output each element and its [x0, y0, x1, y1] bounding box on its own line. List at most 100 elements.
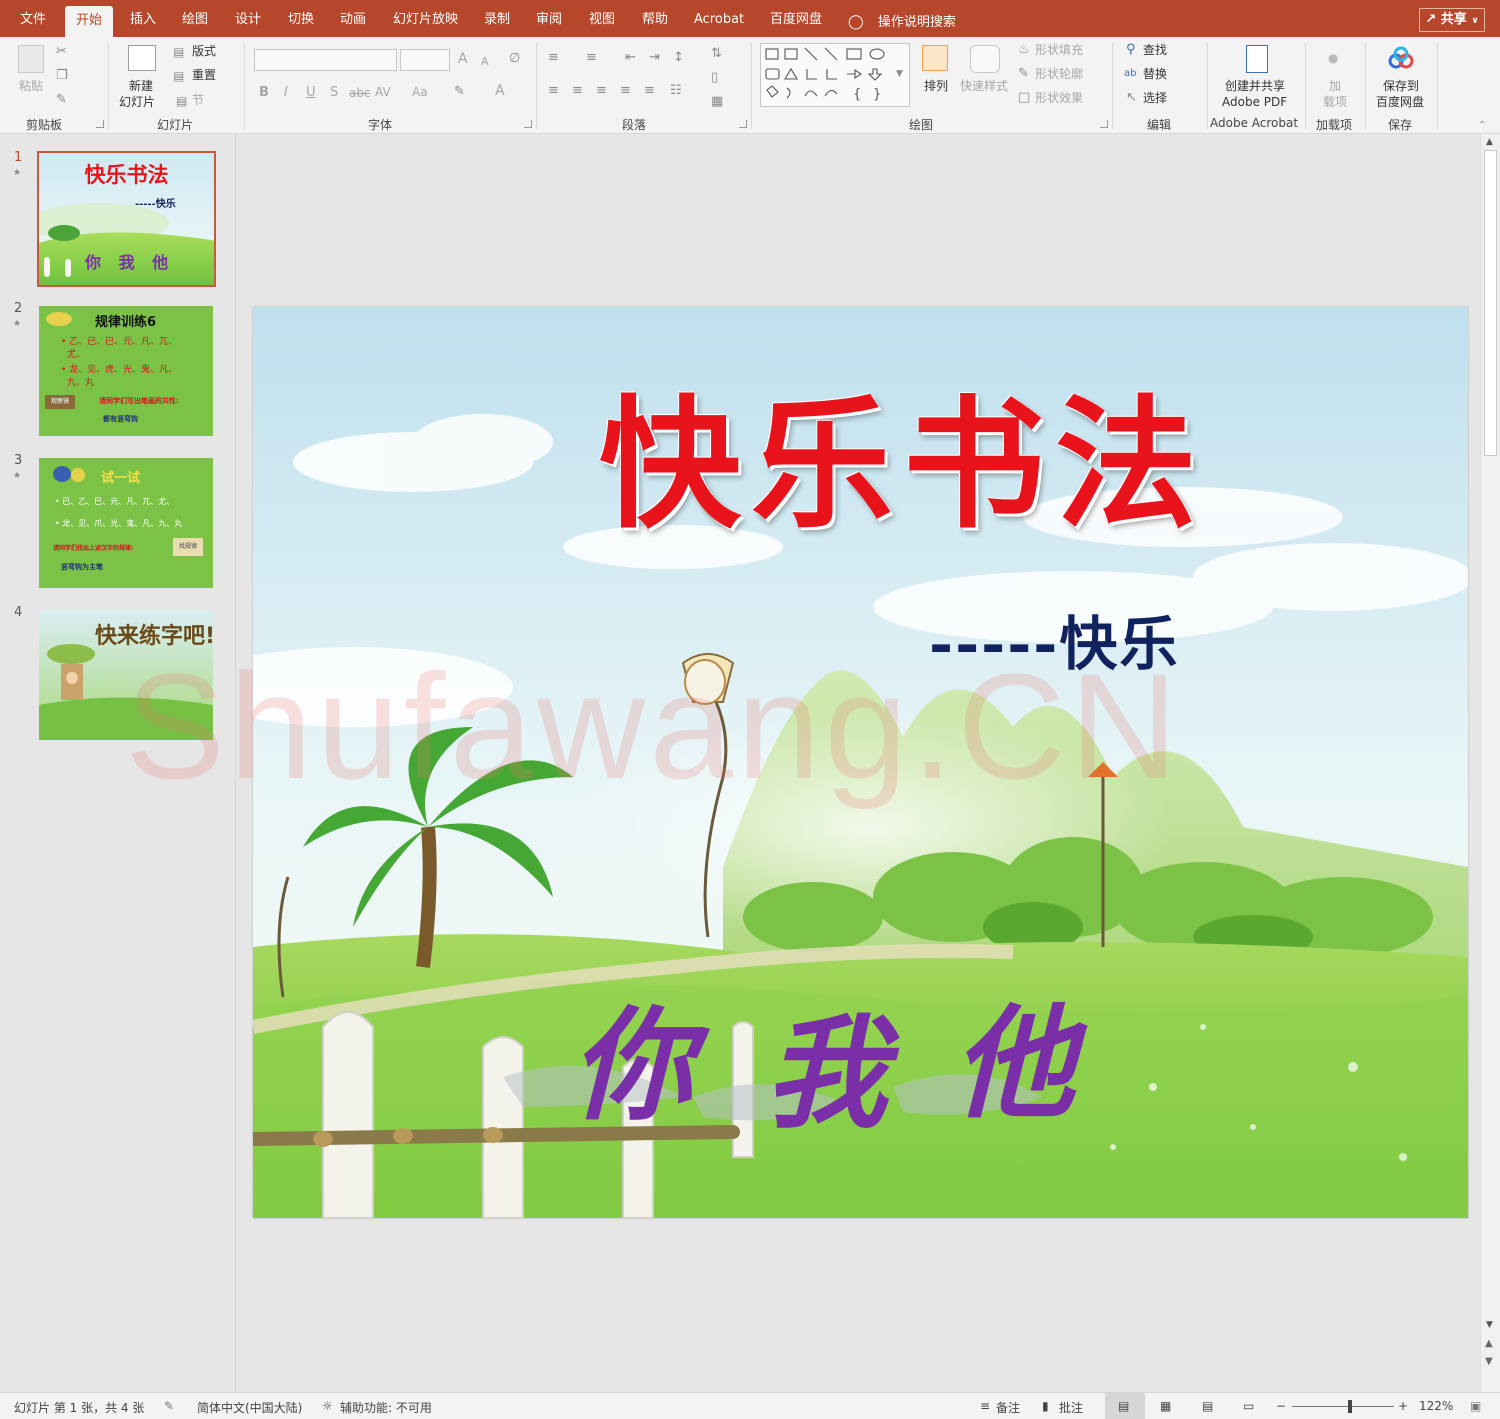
notes-button[interactable]: 备注 [996, 1399, 1020, 1416]
paste-button[interactable]: 粘贴 [19, 79, 43, 94]
tab-design[interactable]: 设计 [235, 0, 261, 37]
shape-effects-button[interactable]: 形状效果 [1035, 91, 1083, 106]
scroll-down-arrow-icon[interactable]: ▼ [1486, 1320, 1493, 1330]
text-direction-icon[interactable]: ⇅ [711, 47, 722, 61]
tab-file[interactable]: 文件 [20, 0, 46, 37]
slide-thumbnail-3[interactable]: 试一试 • 已、乙、巳、元、凡、兀、尤、 • 龙、见、爪、光、鬼、凡、九、丸 请… [39, 458, 213, 588]
numbering-icon[interactable]: ≡ [586, 51, 597, 65]
previous-slide-icon[interactable]: ▲ [1485, 1338, 1493, 1349]
smartart-icon[interactable]: ▦ [711, 95, 723, 109]
arrange-button[interactable]: 排列 [924, 79, 948, 94]
scrollbar-thumb[interactable] [1484, 150, 1497, 456]
shapes-gallery[interactable]: { } [760, 43, 910, 107]
font-name-combo[interactable] [254, 49, 397, 71]
spelling-check-icon[interactable]: ✎ [164, 1399, 174, 1413]
grow-font-button[interactable]: A [458, 52, 468, 67]
tab-animations[interactable]: 动画 [340, 0, 366, 37]
char-spacing-button[interactable]: AV [375, 85, 391, 100]
slide-thumbnail-2[interactable]: 规律训练6 • 乙、已、巳、元、凡、兀、 尤、 • 龙、见、虎、光、鬼、凡、 九… [39, 306, 213, 436]
clipboard-launcher-icon[interactable] [96, 120, 104, 128]
font-color-button[interactable]: A [495, 84, 505, 99]
tab-acrobat[interactable]: Acrobat [694, 0, 744, 37]
columns-icon[interactable]: ☷ [670, 84, 682, 98]
slide-thumbnail-1[interactable]: 快乐书法 -----快乐 你 我 他 [37, 151, 216, 287]
quick-styles-button[interactable]: 快速样式 [960, 79, 1008, 94]
fit-slide-icon[interactable]: ▣ [1470, 1399, 1481, 1413]
shape-fill-button[interactable]: 形状填充 [1035, 43, 1083, 58]
highlight-icon[interactable]: ✎ [454, 85, 465, 99]
addins-button[interactable]: 加 [1329, 79, 1341, 94]
tab-insert[interactable]: 插入 [130, 0, 156, 37]
zoom-level[interactable]: 122% [1419, 1399, 1453, 1413]
main-slide-canvas[interactable]: 快乐书法 -----快乐 你 我 他 [253, 307, 1468, 1218]
select-button[interactable]: 选择 [1143, 91, 1167, 106]
tab-draw[interactable]: 绘图 [182, 0, 208, 37]
tab-review[interactable]: 审阅 [536, 0, 562, 37]
layout-button[interactable]: 版式 [192, 44, 216, 59]
align-right-icon[interactable]: ≡ [596, 84, 607, 98]
zoom-slider-track[interactable] [1292, 1406, 1394, 1407]
font-size-combo[interactable] [400, 49, 450, 71]
slide-subtitle[interactable]: -----快乐 [929, 597, 1179, 681]
language-indicator[interactable]: 简体中文(中国大陆) [197, 1399, 302, 1416]
italic-button[interactable]: I [284, 85, 288, 100]
align-text-icon[interactable]: ▯ [711, 71, 718, 85]
comments-button[interactable]: 批注 [1059, 1399, 1083, 1416]
drawing-launcher-icon[interactable] [1100, 120, 1108, 128]
copy-icon[interactable]: ❐ [56, 69, 68, 83]
underline-button[interactable]: U [306, 85, 316, 100]
bold-button[interactable]: B [259, 85, 269, 100]
justify-icon[interactable]: ≡ [620, 84, 631, 98]
new-slide-button[interactable]: 新建 [129, 79, 153, 94]
tab-slideshow[interactable]: 幻灯片放映 [393, 0, 458, 37]
distributed-icon[interactable]: ≡ [644, 84, 655, 98]
vertical-scrollbar[interactable]: ▲ ▼ ▲ ▼ [1480, 134, 1500, 1392]
tab-transitions[interactable]: 切换 [288, 0, 314, 37]
tell-me-search[interactable]: ◯ 操作说明搜索 [848, 11, 956, 30]
align-left-icon[interactable]: ≡ [548, 84, 559, 98]
tab-home[interactable]: 开始 [65, 6, 114, 37]
tab-view[interactable]: 视图 [589, 0, 615, 37]
shrink-font-button[interactable]: A [481, 54, 489, 69]
collapse-ribbon-icon[interactable]: ⌃ [1478, 119, 1486, 133]
strikethrough-button[interactable]: abc [349, 86, 371, 101]
find-button[interactable]: 查找 [1143, 43, 1167, 58]
slide-sorter-icon[interactable]: ▦ [1160, 1399, 1171, 1413]
slide-char-3[interactable]: 他 [953, 965, 1075, 1142]
reset-button[interactable]: 重置 [192, 68, 216, 83]
cut-icon[interactable]: ✂ [56, 45, 67, 59]
scroll-up-arrow-icon[interactable]: ▲ [1486, 137, 1493, 147]
line-spacing-icon[interactable]: ↕ [673, 51, 684, 65]
decrease-indent-icon[interactable]: ⇤ [625, 51, 636, 65]
font-launcher-icon[interactable] [524, 120, 532, 128]
zoom-in-icon[interactable]: + [1398, 1399, 1408, 1413]
share-button[interactable]: ↗ 共享 ∨ [1419, 8, 1485, 32]
slide-thumbnail-4[interactable]: 快来练字吧! [39, 610, 213, 740]
zoom-slider-knob[interactable] [1348, 1400, 1353, 1413]
reading-view-icon[interactable]: ▤ [1202, 1399, 1213, 1413]
section-button[interactable]: 节 [192, 93, 204, 108]
slide-char-1[interactable]: 你 [571, 967, 693, 1144]
align-center-icon[interactable]: ≡ [572, 84, 583, 98]
shape-outline-button[interactable]: 形状轮廓 [1035, 67, 1083, 82]
tab-record[interactable]: 录制 [484, 0, 510, 37]
replace-button[interactable]: 替换 [1143, 67, 1167, 82]
clear-format-icon[interactable]: ∅ [509, 52, 520, 66]
save-to-baidu-button[interactable]: 保存到 [1383, 79, 1419, 94]
tab-help[interactable]: 帮助 [642, 0, 668, 37]
create-pdf-button[interactable]: 创建并共享 [1225, 79, 1285, 94]
slideshow-icon[interactable]: ▭ [1243, 1399, 1254, 1413]
paragraph-launcher-icon[interactable] [739, 120, 747, 128]
increase-indent-icon[interactable]: ⇥ [649, 51, 660, 65]
gallery-more-icon[interactable]: ▼ [896, 67, 903, 81]
bullets-icon[interactable]: ≡ [548, 51, 559, 65]
accessibility-status[interactable]: 辅助功能: 不可用 [340, 1399, 432, 1416]
next-slide-icon[interactable]: ▼ [1485, 1356, 1493, 1367]
slide-title[interactable]: 快乐书法 [553, 349, 1253, 555]
zoom-out-icon[interactable]: − [1276, 1399, 1286, 1413]
tab-baidu[interactable]: 百度网盘 [770, 0, 822, 37]
format-painter-icon[interactable]: ✎ [56, 93, 67, 107]
shadow-button[interactable]: S [330, 85, 338, 100]
change-case-button[interactable]: Aa [412, 85, 428, 100]
slide-char-2[interactable]: 我 [765, 975, 887, 1152]
